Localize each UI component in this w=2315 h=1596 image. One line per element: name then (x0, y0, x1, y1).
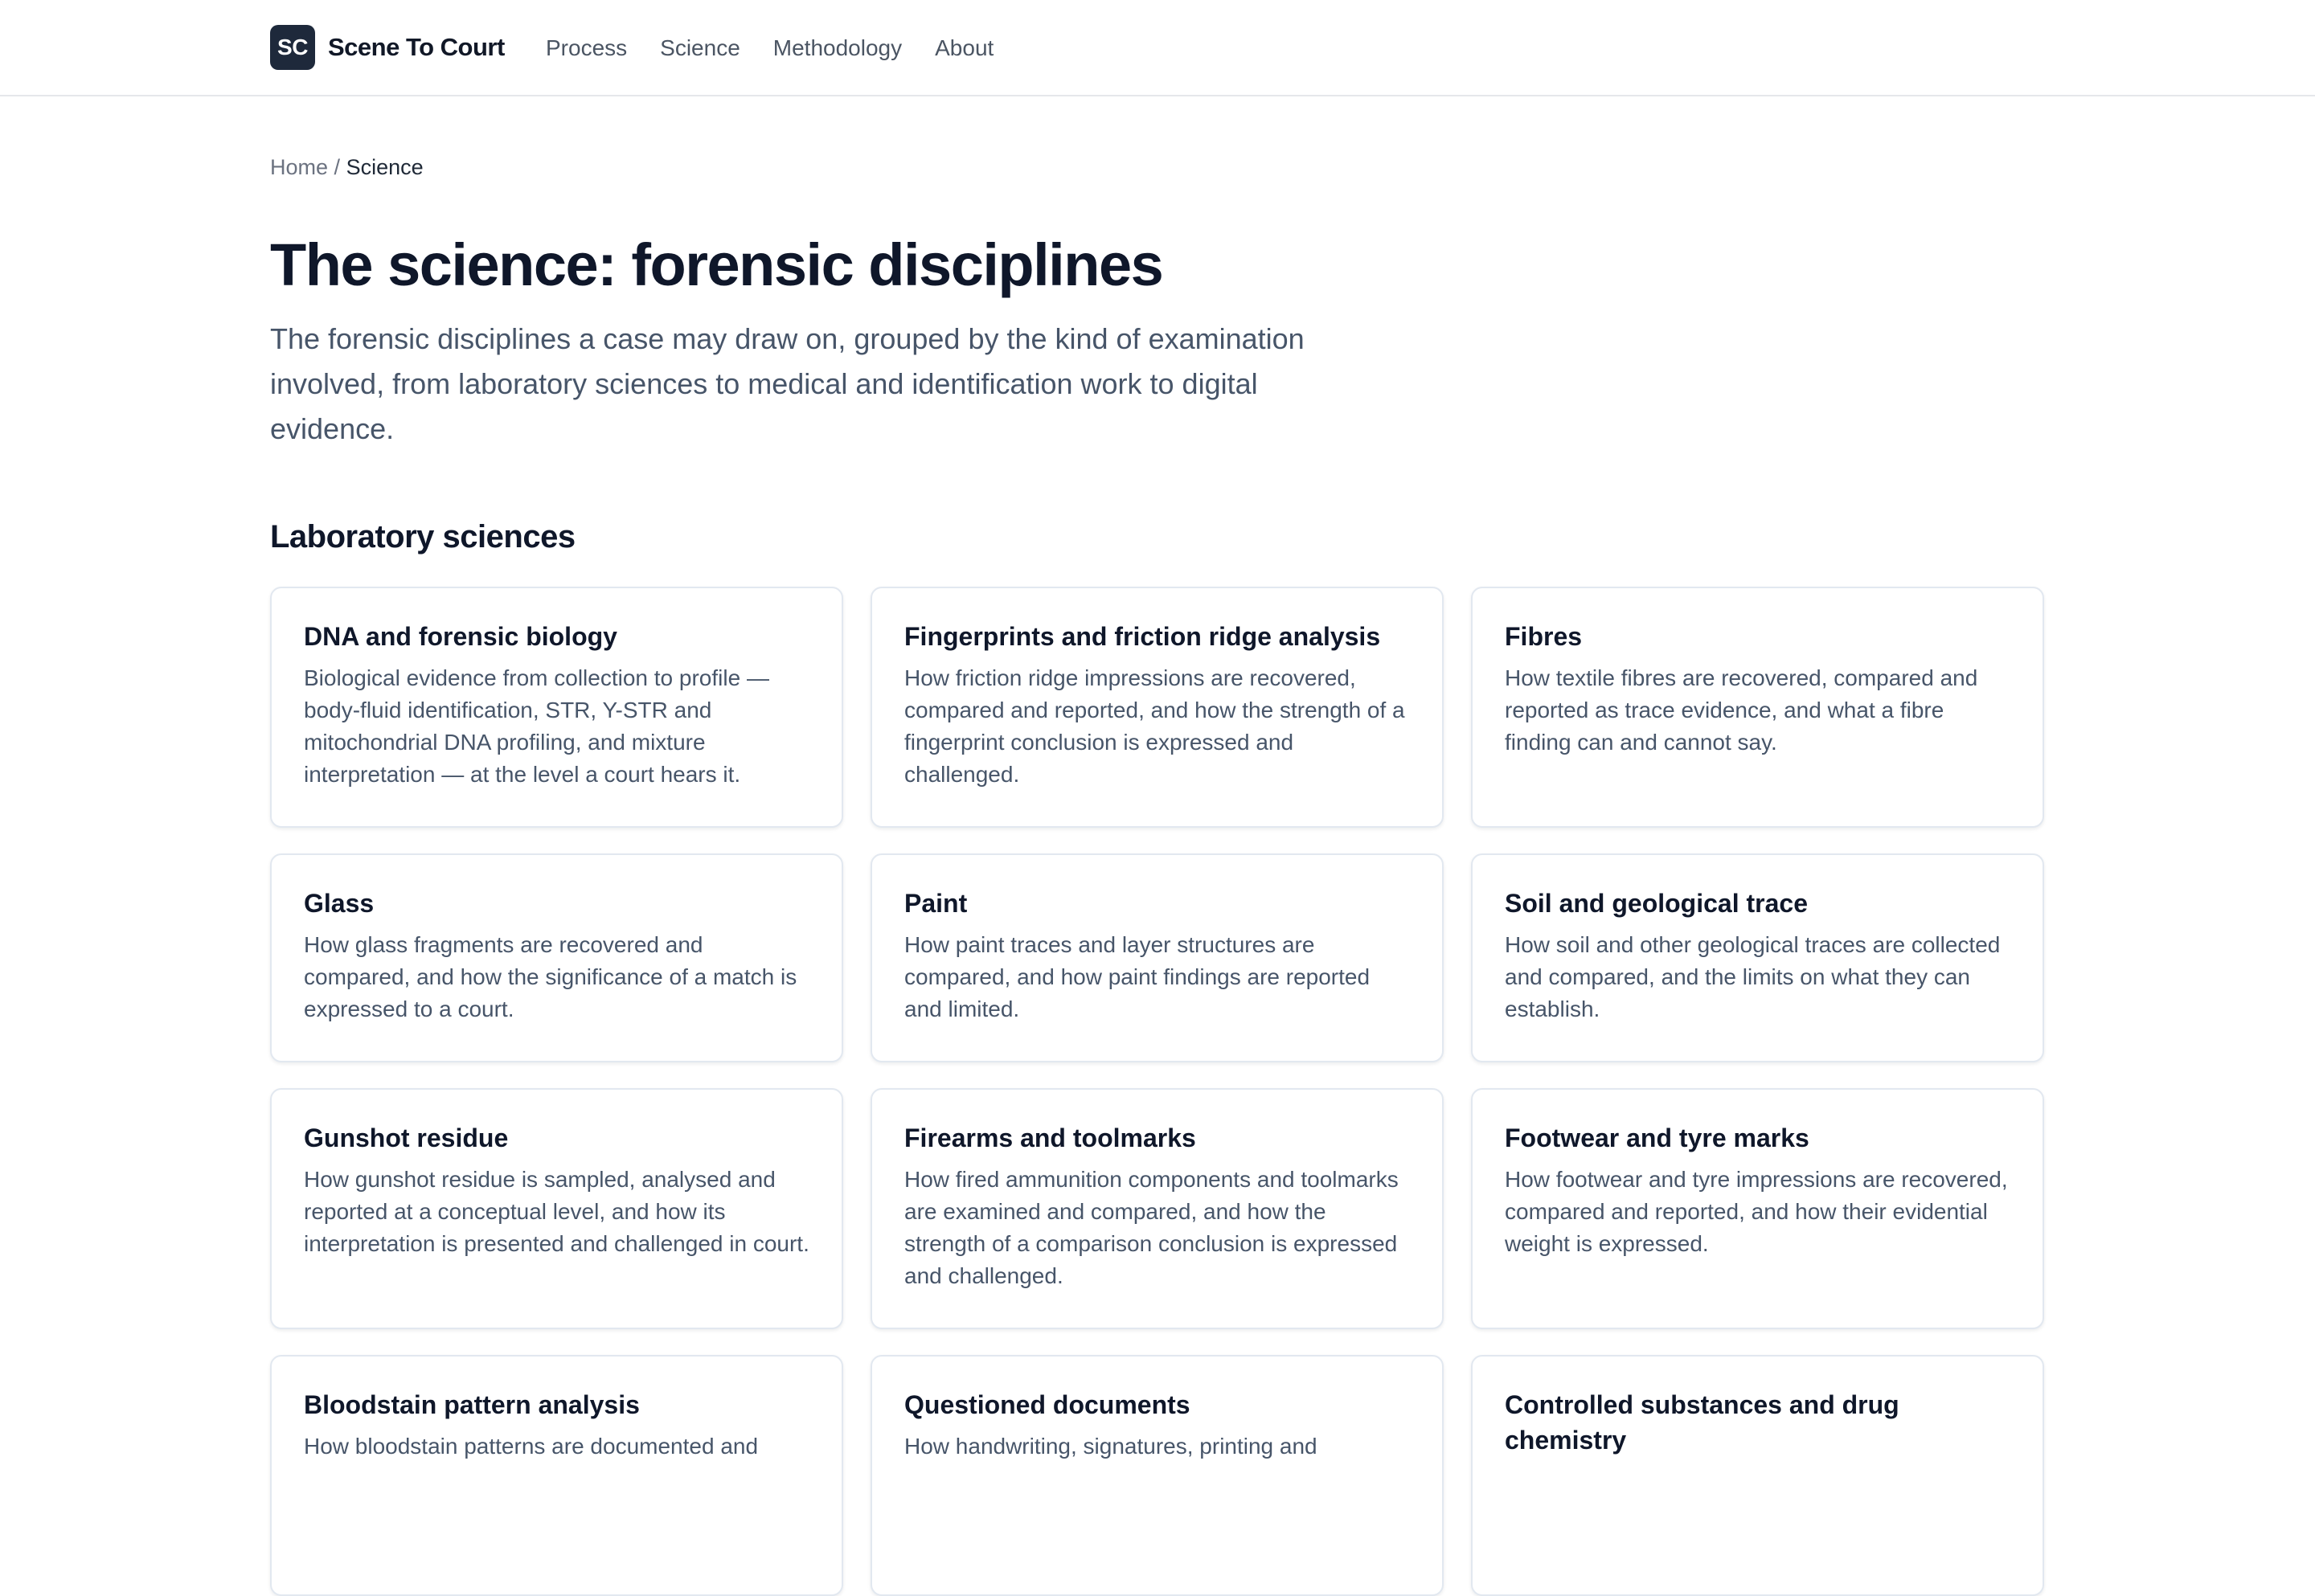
discipline-card-footwear[interactable]: Footwear and tyre marks How footwear and… (1471, 1088, 2044, 1329)
card-description: Biological evidence from collection to p… (304, 665, 769, 787)
card-title: Firearms and toolmarks (904, 1123, 1196, 1152)
card-description: How handwriting, signatures, printing an… (904, 1434, 1317, 1459)
card-title: Soil and geological trace (1505, 889, 1808, 918)
breadcrumb-home-link[interactable]: Home (270, 155, 328, 179)
card-title: Fingerprints and friction ridge analysis (904, 622, 1381, 651)
discipline-card-gunshot-residue[interactable]: Gunshot residue How gunshot residue is s… (270, 1088, 843, 1329)
site-logo-link[interactable]: SC Scene To Court (270, 25, 505, 70)
card-title: Controlled substances and drug chemistry (1505, 1390, 1899, 1455)
discipline-card-soil[interactable]: Soil and geological trace How soil and o… (1471, 853, 2044, 1062)
card-title: Fibres (1505, 622, 1583, 651)
discipline-card-bloodstain[interactable]: Bloodstain pattern analysis How bloodsta… (270, 1355, 843, 1596)
card-title: Bloodstain pattern analysis (304, 1390, 640, 1419)
discipline-card-firearms[interactable]: Firearms and toolmarks How fired ammunit… (871, 1088, 1444, 1329)
site-name: Scene To Court (328, 33, 505, 61)
card-title: Footwear and tyre marks (1505, 1123, 1809, 1152)
discipline-card-paint[interactable]: Paint How paint traces and layer structu… (871, 853, 1444, 1062)
page-intro: The forensic disciplines a case may draw… (270, 322, 1305, 445)
card-description: How glass fragments are recovered and co… (304, 932, 797, 1021)
card-description: How textile fibres are recovered, compar… (1505, 665, 1978, 755)
card-description: How friction ridge impressions are recov… (904, 665, 1405, 787)
discipline-card-fibres[interactable]: Fibres How textile fibres are recovered,… (1471, 587, 2044, 828)
discipline-card-questioned-documents[interactable]: Questioned documents How handwriting, si… (871, 1355, 1444, 1596)
nav-link-science[interactable]: Science (660, 32, 740, 64)
card-title: DNA and forensic biology (304, 622, 617, 651)
site-header: SC Scene To Court Process Science Method… (0, 0, 2315, 96)
discipline-card-fingerprints[interactable]: Fingerprints and friction ridge analysis… (871, 587, 1444, 828)
card-description: How paint traces and layer structures ar… (904, 932, 1371, 1021)
page-title: The science: forensic disciplines (270, 231, 1164, 298)
section-title-laboratory-sciences: Laboratory sciences (270, 519, 576, 555)
card-description: How bloodstain patterns are documented a… (304, 1434, 759, 1459)
card-description: How fired ammunition components and tool… (904, 1167, 1399, 1288)
nav-link-process[interactable]: Process (546, 32, 627, 64)
card-description: How soil and other geological traces are… (1505, 932, 2001, 1021)
logo-icon: SC (270, 25, 315, 70)
card-description: How footwear and tyre impressions are re… (1505, 1167, 2008, 1256)
main-nav: Process Science Methodology About (546, 32, 1026, 64)
breadcrumb: Home / Science (270, 151, 424, 183)
card-title: Gunshot residue (304, 1123, 509, 1152)
nav-link-methodology[interactable]: Methodology (773, 32, 902, 64)
card-title: Questioned documents (904, 1390, 1190, 1419)
discipline-card-dna[interactable]: DNA and forensic biology Biological evid… (270, 587, 843, 828)
discipline-card-controlled-substances[interactable]: Controlled substances and drug chemistry (1471, 1355, 2044, 1596)
discipline-card-glass[interactable]: Glass How glass fragments are recovered … (270, 853, 843, 1062)
card-title: Glass (304, 889, 375, 918)
breadcrumb-separator: / (334, 155, 341, 179)
nav-link-about[interactable]: About (935, 32, 994, 64)
card-title: Paint (904, 889, 968, 918)
breadcrumb-current: Science (346, 155, 424, 179)
card-description: How gunshot residue is sampled, analysed… (304, 1167, 809, 1256)
